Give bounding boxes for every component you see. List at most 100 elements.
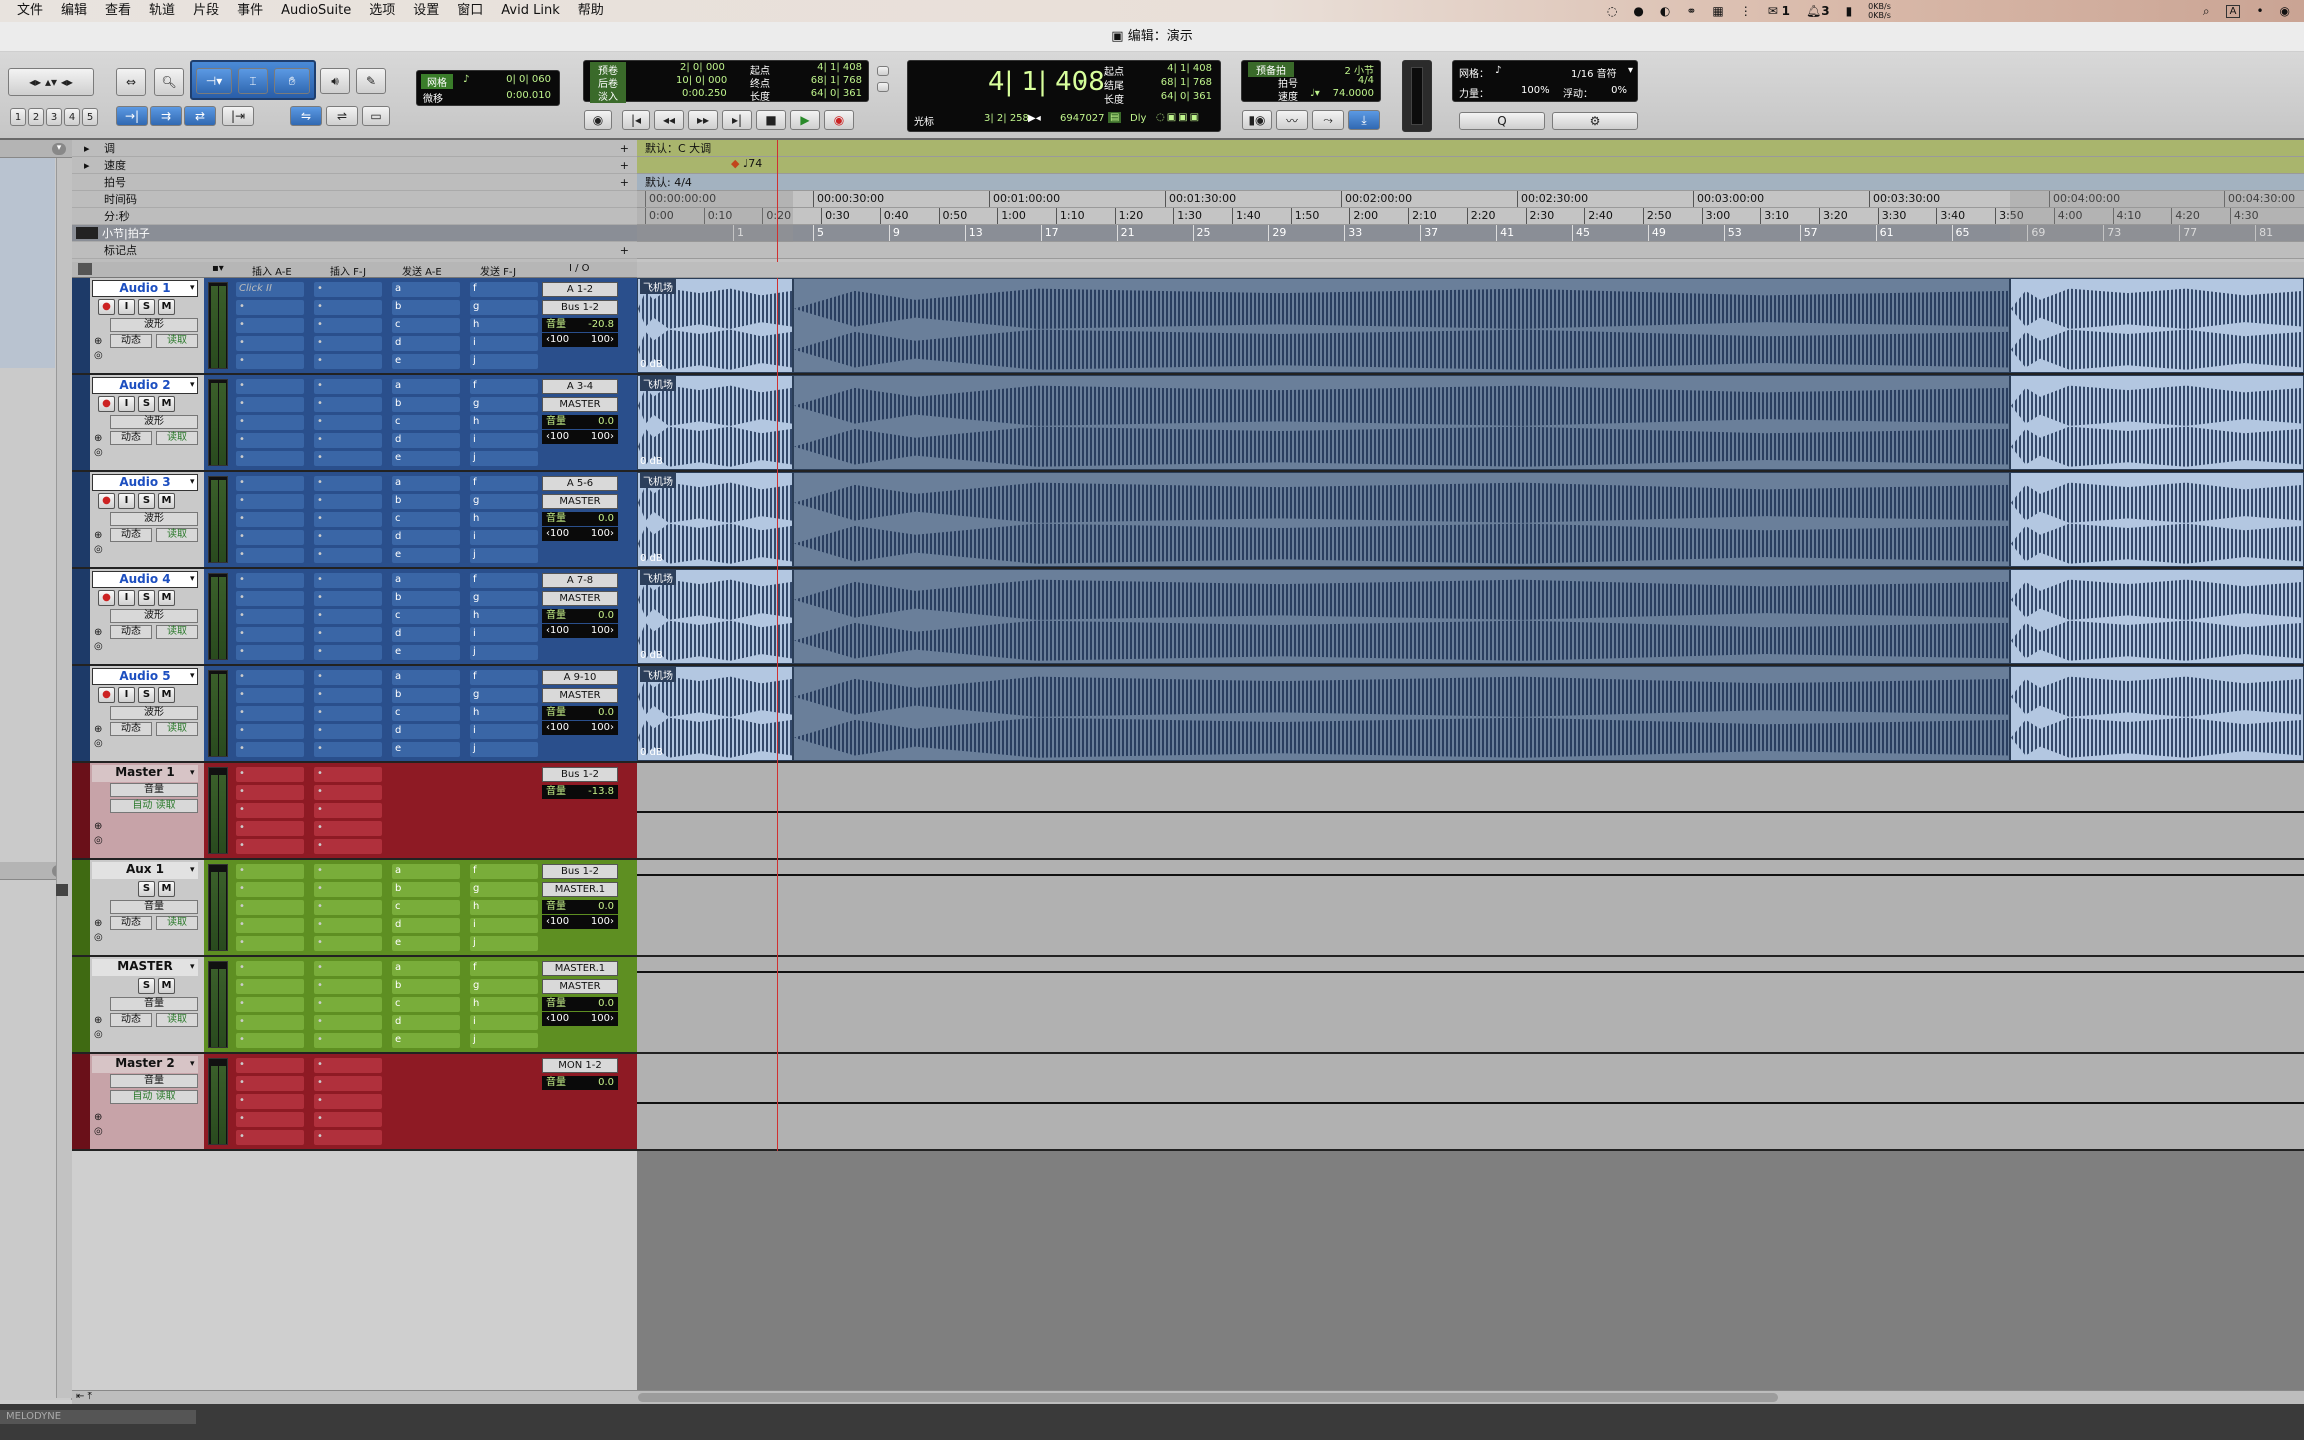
insert-slot-f[interactable]: • (314, 918, 382, 933)
insert-slot-a[interactable]: • (236, 415, 304, 430)
insert-slot-a[interactable]: • (236, 688, 304, 703)
bottom-scrollbar[interactable]: ⇤ ⤒ (72, 1390, 2304, 1404)
status-icon-1[interactable]: ◌ (1607, 4, 1617, 18)
send-slot-f[interactable]: j (470, 1033, 538, 1048)
send-slot-a[interactable]: d (392, 918, 460, 933)
automation-mode-selector[interactable]: 自动 读取 (110, 799, 198, 813)
insert-slot-f[interactable]: • (314, 300, 382, 315)
send-slot-a[interactable]: c (392, 997, 460, 1012)
insert-slot-f[interactable]: • (314, 1033, 382, 1048)
input-monitor-button[interactable]: I (118, 493, 135, 509)
menu-event[interactable]: 事件 (228, 0, 272, 22)
insert-slot-a[interactable]: • (236, 839, 304, 854)
insert-slot-f[interactable]: • (314, 1076, 382, 1091)
automation-mode-selector[interactable]: 动态 (110, 334, 152, 348)
insert-slot-a[interactable]: • (236, 785, 304, 800)
mute-button[interactable]: M (158, 396, 175, 412)
track-timebase-icon[interactable]: ◎ (94, 738, 103, 749)
zoom-controls[interactable]: ◂▸ ▴▾ ◂▸ (8, 68, 94, 96)
send-slot-f[interactable]: i (470, 433, 538, 448)
send-slot-f[interactable]: i (470, 918, 538, 933)
automation-mode-selector[interactable]: 动态 (110, 431, 152, 445)
send-slot-a[interactable]: a (392, 670, 460, 685)
insert-slot-f[interactable]: • (314, 609, 382, 624)
automation-read-selector[interactable]: 读取 (156, 722, 198, 736)
send-slot-f[interactable]: i (470, 530, 538, 545)
send-slot-a[interactable]: b (392, 979, 460, 994)
automation-read-selector[interactable]: 读取 (156, 431, 198, 445)
tab-to-transient-icon[interactable]: →| (116, 106, 148, 126)
ruler-key[interactable]: ▸ 调 + (72, 140, 637, 157)
tempo-meter-display[interactable]: 预备拍 2 小节 拍号 4/4 速度 ♩▾ 74.0000 (1241, 60, 1381, 103)
send-slot-a[interactable]: e (392, 936, 460, 951)
zoom-preset-5[interactable]: 5 (82, 108, 98, 126)
automation-mode-selector[interactable]: 动态 (110, 722, 152, 736)
insert-slot-a[interactable]: • (236, 997, 304, 1012)
input-monitor-button[interactable]: I (118, 299, 135, 315)
send-slot-f[interactable]: j (470, 936, 538, 951)
volume-display[interactable]: 音量 -13.8 (542, 785, 618, 799)
insert-slot-a[interactable]: • (236, 1058, 304, 1073)
track-name[interactable]: Aux 1 (92, 862, 198, 879)
mute-button[interactable]: M (158, 978, 175, 994)
volume-display[interactable]: 音量 0.0 (542, 997, 618, 1011)
send-slot-f[interactable]: i (470, 627, 538, 642)
record-enable-button[interactable]: ● (98, 493, 115, 509)
send-slot-a[interactable]: e (392, 354, 460, 369)
insert-slot-a[interactable]: • (236, 724, 304, 739)
merge-icon[interactable]: ⤓ (1348, 110, 1380, 130)
track-color-strip[interactable] (72, 375, 90, 470)
input-selector[interactable]: A 5-6 (542, 476, 618, 491)
automation-mode-selector[interactable]: 自动 读取 (110, 1090, 198, 1104)
ruler-tempo[interactable]: ▸ 速度 + (72, 157, 637, 174)
zoom-preset-4[interactable]: 4 (64, 108, 80, 126)
automation-read-selector[interactable]: 读取 (156, 334, 198, 348)
send-slot-f[interactable]: g (470, 300, 538, 315)
insert-slot-a[interactable]: • (236, 1130, 304, 1145)
input-selector[interactable]: A 9-10 (542, 670, 618, 685)
send-slot-f[interactable]: h (470, 609, 538, 624)
send-slot-f[interactable]: i (470, 336, 538, 351)
output-selector[interactable]: MASTER (542, 979, 618, 994)
elastic-audio-icon[interactable]: ⊕ (94, 918, 102, 929)
insert-slot-a[interactable]: • (236, 354, 304, 369)
insert-slot-a[interactable]: • (236, 609, 304, 624)
mute-button[interactable]: M (158, 493, 175, 509)
track-view-selector[interactable]: 波形 (110, 415, 198, 429)
insert-slot-a[interactable]: • (236, 591, 304, 606)
insert-slot-f[interactable]: • (314, 979, 382, 994)
input-selector[interactable]: A 1-2 (542, 282, 618, 297)
insert-slot-a[interactable]: • (236, 512, 304, 527)
automation-read-selector[interactable]: 读取 (156, 1013, 198, 1027)
record-enable-button[interactable]: ● (98, 299, 115, 315)
elastic-audio-icon[interactable]: ⊕ (94, 1112, 102, 1123)
insert-slot-a[interactable]: • (236, 900, 304, 915)
track-name[interactable]: MASTER (92, 959, 198, 976)
insert-slot-f[interactable]: • (314, 670, 382, 685)
track-view-selector[interactable]: 波形 (110, 706, 198, 720)
insert-slot-f[interactable]: • (314, 548, 382, 563)
insert-slot-a[interactable]: • (236, 803, 304, 818)
menu-clip[interactable]: 片段 (184, 0, 228, 22)
insert-slot-a[interactable]: • (236, 530, 304, 545)
insert-slot-f[interactable]: • (314, 476, 382, 491)
insert-slot-f[interactable]: • (314, 1094, 382, 1109)
track-name-dropdown-icon[interactable]: ▾ (190, 574, 195, 584)
track-name-dropdown-icon[interactable]: ▾ (190, 477, 195, 487)
insert-slot-f[interactable]: • (314, 961, 382, 976)
insert-slot-f[interactable]: • (314, 530, 382, 545)
automation-read-selector[interactable]: 读取 (156, 916, 198, 930)
record-status-icon[interactable]: ● (1633, 4, 1643, 18)
counter-toggle-2[interactable] (877, 82, 889, 92)
output-selector[interactable]: MASTER (542, 591, 618, 606)
send-slot-a[interactable]: b (392, 882, 460, 897)
record-enable-button[interactable]: ● (98, 687, 115, 703)
pencil-tool-icon[interactable]: ✎ (356, 68, 386, 94)
insert-slot-a[interactable]: • (236, 882, 304, 897)
output-selector[interactable]: MASTER (542, 688, 618, 703)
insert-slot-f[interactable]: • (314, 706, 382, 721)
ruler-bars[interactable]: 小节|拍子 (72, 225, 637, 242)
quantize-button[interactable]: Q (1459, 112, 1545, 130)
send-slot-a[interactable]: b (392, 494, 460, 509)
insert-slot-f[interactable]: • (314, 1015, 382, 1030)
